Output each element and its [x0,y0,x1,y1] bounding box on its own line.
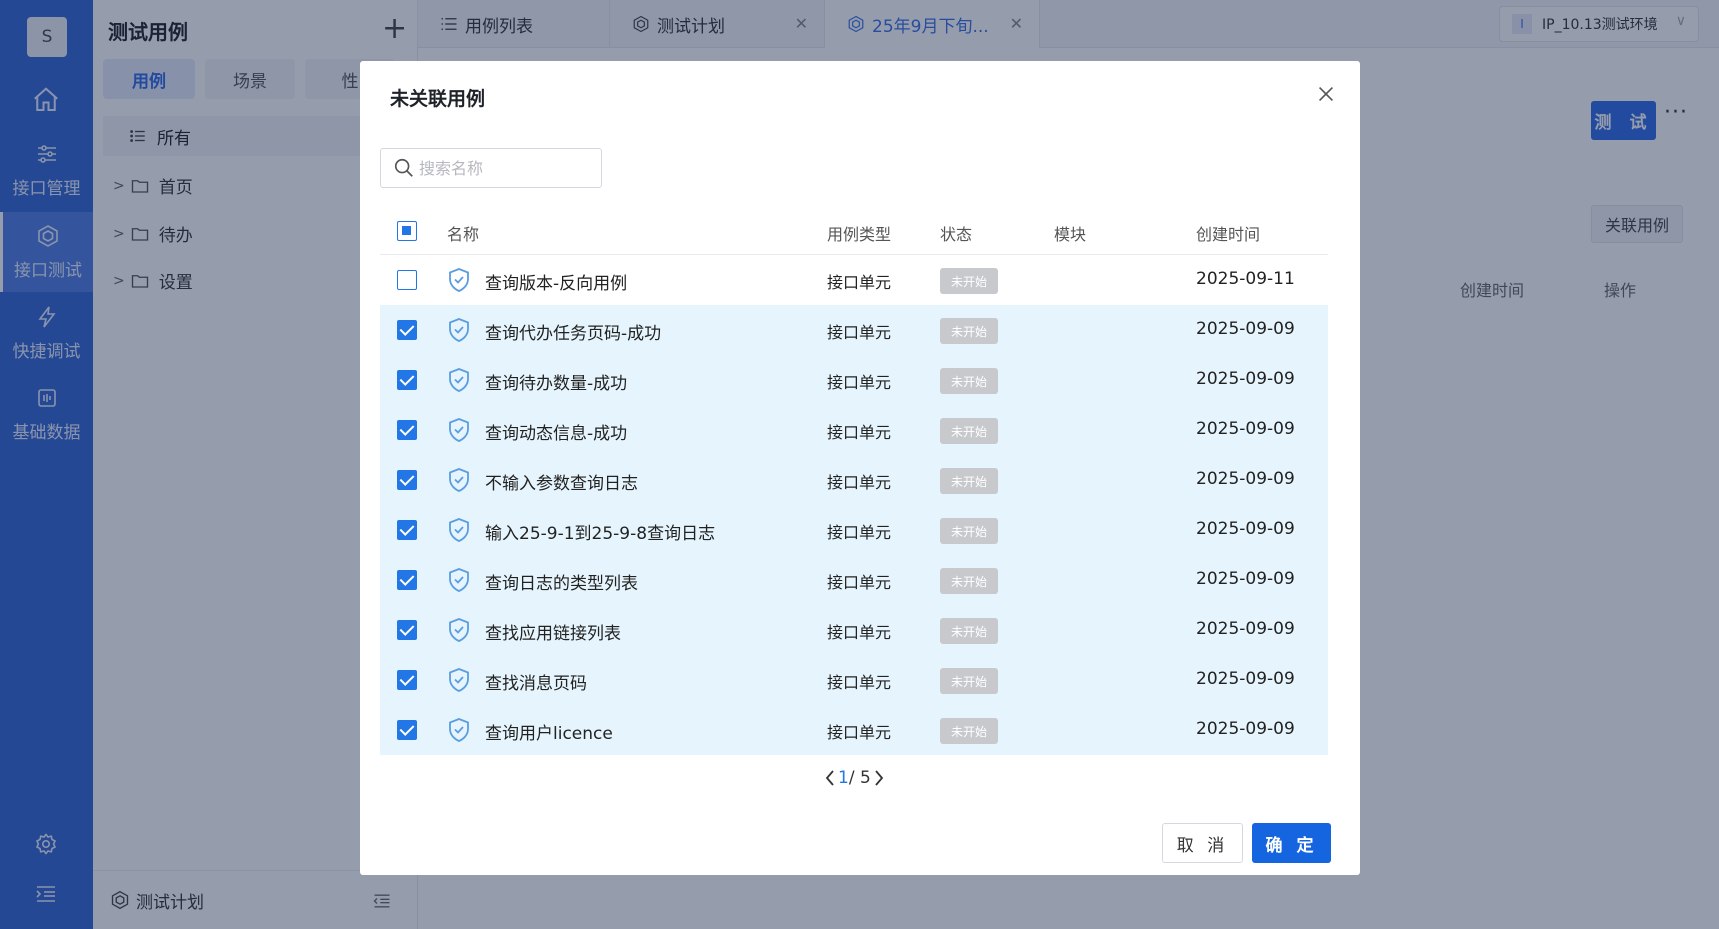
row-checkbox[interactable] [397,520,417,540]
cancel-button[interactable]: 取 消 [1162,823,1243,863]
header-status: 状态 [940,225,973,244]
status-badge: 未开始 [940,368,998,394]
case-table-body: 查询版本-反向用例 接口单元 未开始 2025-09-11 查询代办任务页码-成功 接口单… [380,255,1328,755]
status-badge: 未开始 [940,668,998,694]
table-row[interactable]: 查找消息页码 接口单元 未开始 2025-09-09 [380,655,1328,705]
created-date: 2025-09-09 [1196,519,1295,539]
case-name: 查询待办数量-成功 [485,374,628,394]
table-header: 名称 用例类型 状态 模块 创建时间 [380,207,1328,255]
table-row[interactable]: 不输入参数查询日志 接口单元 未开始 2025-09-09 [380,455,1328,505]
shield-icon [449,318,469,342]
row-checkbox[interactable] [397,370,417,390]
created-date: 2025-09-09 [1196,719,1295,739]
chevron-right-icon[interactable] [873,769,885,787]
table-row[interactable]: 查询日志的类型列表 接口单元 未开始 2025-09-09 [380,555,1328,605]
case-type: 接口单元 [827,523,892,542]
table-row[interactable]: 查询代办任务页码-成功 接口单元 未开始 2025-09-09 [380,305,1328,355]
created-date: 2025-09-09 [1196,319,1295,339]
case-name: 查找应用链接列表 [485,624,621,644]
confirm-button[interactable]: 确 定 [1252,823,1331,863]
status-badge: 未开始 [940,618,998,644]
created-date: 2025-09-09 [1196,669,1295,689]
status-badge: 未开始 [940,718,998,744]
row-checkbox[interactable] [397,620,417,640]
unlinked-cases-modal: 未关联用例 名称 用例类型 状态 模块 创建时间 查询版本-反向用例接口单元未开… [360,61,1360,875]
shield-icon [449,618,469,642]
pagination: 1 / 5 [822,768,887,788]
page-current: 1 [838,768,849,788]
case-name: 查询日志的类型列表 [485,574,638,594]
created-date: 2025-09-09 [1196,469,1295,489]
row-checkbox[interactable] [397,720,417,740]
status-badge: 未开始 [940,568,998,594]
status-badge: 未开始 [940,518,998,544]
header-module: 模块 [1054,225,1087,244]
created-date: 2025-09-09 [1196,369,1295,389]
table-row[interactable]: 输入25-9-1到25-9-8查询日志 接口单元 未开始 2025-09-09 [380,505,1328,555]
row-checkbox[interactable] [397,420,417,440]
status-badge: 未开始 [940,418,998,444]
row-checkbox[interactable] [397,670,417,690]
shield-icon [449,718,469,742]
status-badge: 未开始 [940,268,998,294]
shield-icon [449,268,469,292]
case-type: 接口单元 [827,273,892,292]
case-type: 接口单元 [827,373,892,392]
select-all-checkbox[interactable] [397,221,417,241]
modal-title: 未关联用例 [390,88,486,110]
row-checkbox[interactable] [397,570,417,590]
status-badge: 未开始 [940,468,998,494]
row-checkbox[interactable] [397,320,417,340]
search-icon [394,158,413,177]
created-date: 2025-09-09 [1196,619,1295,639]
search-input[interactable] [419,158,589,178]
shield-icon [449,568,469,592]
header-created: 创建时间 [1196,225,1261,244]
case-name: 查找消息页码 [485,674,587,694]
created-date: 2025-09-09 [1196,419,1295,439]
case-name: 查询用户licence [485,724,613,744]
case-type: 接口单元 [827,423,892,442]
shield-icon [449,518,469,542]
case-type: 接口单元 [827,723,892,742]
table-row[interactable]: 查询待办数量-成功 接口单元 未开始 2025-09-09 [380,355,1328,405]
table-row[interactable]: 查找应用链接列表 接口单元 未开始 2025-09-09 [380,605,1328,655]
created-date: 2025-09-11 [1196,269,1295,289]
chevron-left-icon[interactable] [824,769,836,787]
table-row[interactable]: 查询用户licence 接口单元 未开始 2025-09-09 [380,705,1328,755]
case-type: 接口单元 [827,323,892,342]
case-name: 查询版本-反向用例 [485,274,628,294]
case-name: 不输入参数查询日志 [485,474,638,494]
shield-icon [449,418,469,442]
case-name: 查询代办任务页码-成功 [485,324,662,344]
shield-icon [449,368,469,392]
row-checkbox[interactable] [397,270,417,290]
case-type: 接口单元 [827,473,892,492]
case-type: 接口单元 [827,623,892,642]
header-name: 名称 [447,225,480,244]
close-icon[interactable] [1315,83,1337,109]
page-total: / 5 [848,768,871,788]
table-row[interactable]: 查询版本-反向用例 接口单元 未开始 2025-09-11 [380,255,1328,305]
created-date: 2025-09-09 [1196,569,1295,589]
header-type: 用例类型 [827,225,892,244]
shield-icon [449,668,469,692]
shield-icon [449,468,469,492]
status-badge: 未开始 [940,318,998,344]
case-type: 接口单元 [827,573,892,592]
case-name: 输入25-9-1到25-9-8查询日志 [485,524,716,544]
row-checkbox[interactable] [397,470,417,490]
search-box[interactable] [380,148,602,188]
case-name: 查询动态信息-成功 [485,424,628,444]
table-row[interactable]: 查询动态信息-成功 接口单元 未开始 2025-09-09 [380,405,1328,455]
case-type: 接口单元 [827,673,892,692]
